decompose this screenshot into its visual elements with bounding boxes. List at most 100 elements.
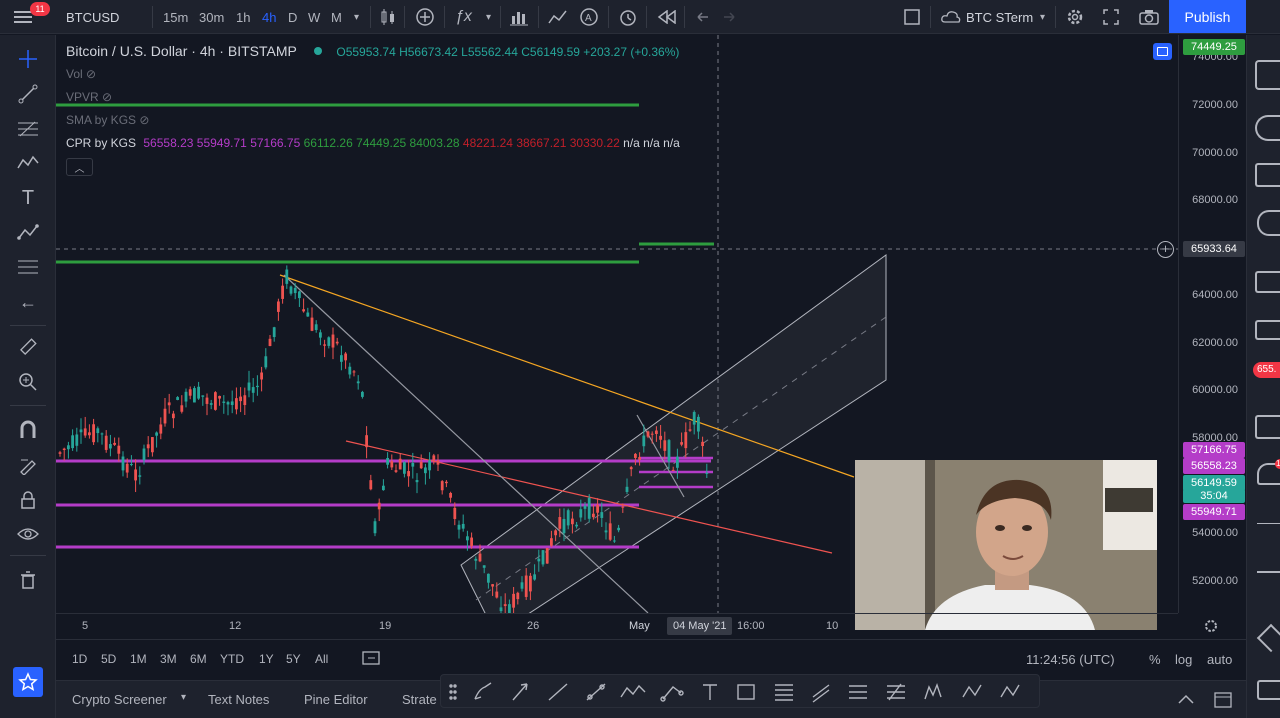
indicators-icon[interactable]: ƒx: [455, 0, 472, 34]
measure-lines-icon[interactable]: [16, 255, 40, 279]
text-tool-icon[interactable]: T: [16, 186, 40, 210]
interval-1h[interactable]: 1h: [236, 0, 250, 34]
tab-text-notes[interactable]: Text Notes: [208, 692, 269, 707]
chevron-up-icon[interactable]: [1178, 692, 1194, 707]
add-compare-icon[interactable]: [415, 0, 435, 34]
indicator-vol[interactable]: Vol ⊘: [66, 67, 96, 81]
lock-drawings-icon[interactable]: [16, 453, 40, 477]
line-tool-icon[interactable]: [548, 683, 568, 701]
chevron-down-icon[interactable]: ▾: [1040, 0, 1045, 34]
interval-d[interactable]: D: [288, 0, 297, 34]
projection-icon[interactable]: [1000, 684, 1020, 698]
favorites-star-icon[interactable]: [13, 667, 43, 697]
eye-off-icon[interactable]: ⊘: [102, 90, 112, 104]
pitchfork-icon[interactable]: [887, 683, 905, 701]
gear-icon[interactable]: [1065, 0, 1085, 34]
undo-icon[interactable]: [694, 0, 712, 34]
range-ytd[interactable]: YTD: [220, 652, 244, 666]
range-6m[interactable]: 6M: [190, 652, 207, 666]
notifications-count-badge[interactable]: 655.: [1253, 362, 1280, 378]
fullscreen-toggle-icon[interactable]: [903, 0, 921, 34]
time-axis[interactable]: 5 12 19 26 May 04 May '21 16:00 10: [56, 613, 1178, 639]
ideas-bulb-icon[interactable]: [1257, 210, 1280, 236]
log-scale-toggle[interactable]: log: [1175, 652, 1192, 667]
path-tool-icon[interactable]: [660, 686, 684, 702]
camera-icon[interactable]: [1139, 0, 1159, 34]
lock-icon[interactable]: [16, 488, 40, 512]
interval-4h[interactable]: 4h: [262, 0, 276, 34]
replay-icon[interactable]: [657, 0, 677, 34]
ray-tool-icon[interactable]: [586, 683, 606, 701]
object-tree-icon[interactable]: [1153, 43, 1172, 60]
drag-handle-icon[interactable]: [449, 684, 457, 700]
prediction-icon[interactable]: [16, 220, 40, 244]
eye-icon[interactable]: [16, 522, 40, 546]
back-arrow-icon[interactable]: ←: [16, 290, 40, 314]
eye-off-icon[interactable]: ⊘: [86, 67, 96, 81]
eye-off-icon[interactable]: ⊘: [139, 113, 149, 127]
alerts-clock-icon[interactable]: [1255, 115, 1280, 141]
fib-retracement-icon[interactable]: [16, 117, 40, 141]
zoom-in-icon[interactable]: [16, 370, 40, 394]
candles-icon[interactable]: [380, 0, 396, 34]
range-1y[interactable]: 1Y: [259, 652, 274, 666]
interval-m[interactable]: M: [331, 0, 342, 34]
range-5d[interactable]: 5D: [101, 652, 116, 666]
utc-clock[interactable]: 11:24:56 (UTC): [1026, 652, 1115, 667]
tab-strategy-tester[interactable]: Strate: [402, 692, 437, 707]
price-axis[interactable]: 74000.00 72000.00 70000.00 68000.00 6593…: [1178, 35, 1246, 613]
trash-icon[interactable]: [16, 568, 40, 592]
ruler-icon[interactable]: [16, 335, 40, 359]
calendar-icon[interactable]: [1255, 163, 1280, 187]
templates-icon[interactable]: [510, 0, 530, 34]
chevron-down-icon[interactable]: ▾: [181, 692, 186, 703]
brush-icon[interactable]: [474, 682, 492, 700]
maximize-panel-icon[interactable]: [1214, 692, 1232, 711]
tab-crypto-screener[interactable]: Crypto Screener: [72, 692, 167, 707]
layout-name[interactable]: BTC STerm: [966, 0, 1033, 34]
alert-icon[interactable]: A: [579, 0, 599, 34]
percent-scale-toggle[interactable]: %: [1149, 652, 1161, 667]
layers-icon[interactable]: [1256, 623, 1280, 653]
goto-date-icon[interactable]: [362, 651, 380, 668]
interval-w[interactable]: W: [308, 0, 320, 34]
collapse-legend-button[interactable]: ︿: [66, 158, 93, 176]
alarm-icon[interactable]: [618, 0, 638, 34]
interval-15m[interactable]: 15m: [163, 0, 188, 34]
pattern-icon[interactable]: [16, 151, 40, 175]
cloud-icon[interactable]: [940, 0, 962, 34]
symbol-search[interactable]: BTCUSD: [66, 0, 119, 34]
indicator-sma[interactable]: SMA by KGS ⊘: [66, 113, 149, 127]
watchlist-icon[interactable]: [1255, 60, 1280, 90]
indicator-cpr[interactable]: CPR by KGS 56558.23 55949.71 57166.75 66…: [66, 136, 680, 150]
trend-line-icon[interactable]: [16, 82, 40, 106]
chevron-icon[interactable]: [1257, 571, 1280, 573]
chevron-down-icon[interactable]: ▾: [486, 0, 491, 34]
auto-scale-toggle[interactable]: auto: [1207, 652, 1232, 667]
chevron-icon[interactable]: [1257, 523, 1280, 524]
redo-icon[interactable]: [720, 0, 738, 34]
streams-icon[interactable]: [1255, 320, 1280, 340]
compare-chart-icon[interactable]: [548, 0, 568, 34]
range-3m[interactable]: 3M: [160, 652, 177, 666]
gear-icon[interactable]: [1203, 618, 1219, 634]
tab-pine-editor[interactable]: Pine Editor: [304, 692, 368, 707]
range-5y[interactable]: 5Y: [286, 652, 301, 666]
publish-button[interactable]: Publish: [1169, 0, 1246, 33]
range-all[interactable]: All: [315, 652, 328, 666]
indicator-vpvr[interactable]: VPVR ⊘: [66, 90, 112, 104]
channel-tool-icon[interactable]: [812, 684, 830, 703]
crosshair-icon[interactable]: [16, 47, 40, 71]
help-icon[interactable]: [1257, 680, 1280, 700]
range-1d[interactable]: 1D: [72, 652, 87, 666]
levels-icon[interactable]: [849, 685, 867, 699]
arrow-tool-icon[interactable]: [512, 683, 528, 701]
interval-30m[interactable]: 30m: [199, 0, 224, 34]
range-1m[interactable]: 1M: [130, 652, 147, 666]
magnet-icon[interactable]: [16, 418, 40, 442]
text-tool-icon[interactable]: [703, 684, 717, 700]
data-window-icon[interactable]: [1255, 415, 1280, 439]
rectangle-tool-icon[interactable]: [737, 684, 755, 700]
elliott-wave-icon[interactable]: [962, 684, 982, 698]
chevron-down-icon[interactable]: ▾: [354, 0, 359, 34]
